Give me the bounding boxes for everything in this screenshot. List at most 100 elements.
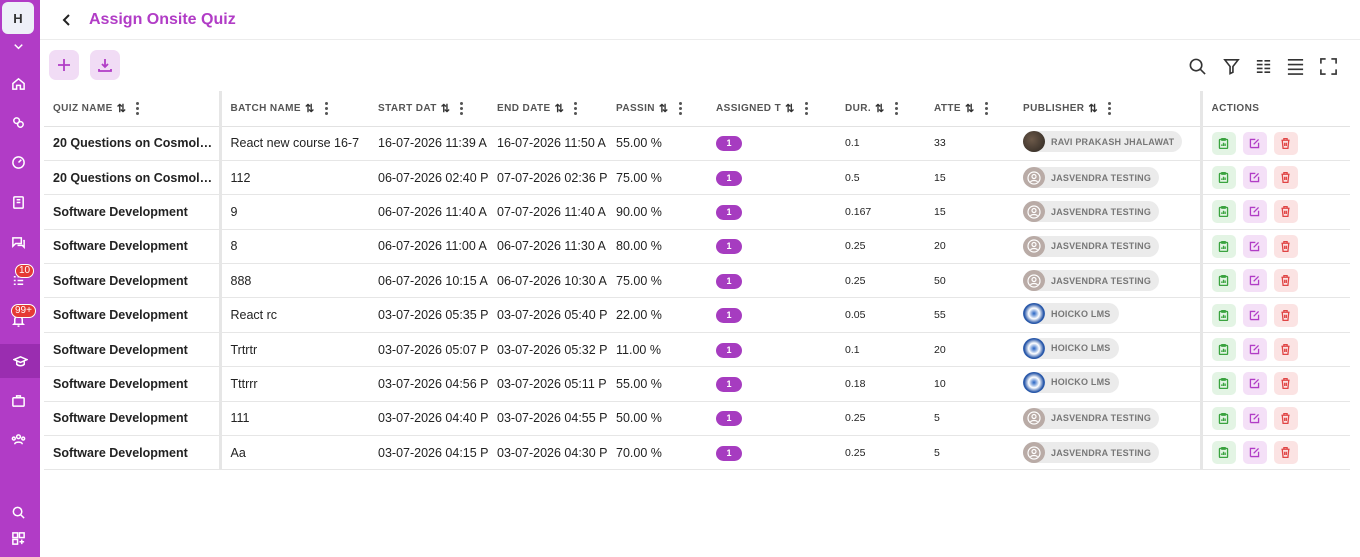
assigned-count-badge[interactable]: 1 [716, 170, 742, 186]
sort-icon[interactable]: ⇅ [875, 102, 885, 115]
delete-button[interactable] [1273, 372, 1298, 396]
assigned-count-badge[interactable]: 1 [716, 411, 742, 427]
assigned-count-badge[interactable]: 1 [716, 273, 742, 289]
assigned-count-badge[interactable]: 1 [716, 308, 742, 324]
back-button[interactable] [58, 11, 76, 29]
column-menu-icon[interactable] [894, 101, 899, 115]
column-header-attempts[interactable]: ATTE ⇅ [925, 91, 1014, 127]
edit-button[interactable] [1242, 303, 1267, 327]
table-row[interactable]: Software Development 8 06-07-2026 11:00 A0… [44, 229, 1350, 265]
report-button[interactable] [1211, 131, 1236, 155]
edit-button[interactable] [1242, 338, 1267, 362]
assigned-count-badge[interactable]: 1 [716, 376, 742, 392]
edit-button[interactable] [1242, 269, 1267, 293]
report-button[interactable] [1211, 338, 1236, 362]
publisher-name: JASVENDRA TESTING [1051, 206, 1152, 217]
density-icon[interactable] [1284, 55, 1306, 77]
apps-icon[interactable] [8, 528, 28, 548]
edit-button[interactable] [1242, 166, 1267, 190]
column-header-end-date[interactable]: END DATE ⇅ [488, 91, 607, 127]
column-header-actions[interactable]: ACTIONS [1199, 91, 1350, 127]
column-menu-icon[interactable] [324, 101, 329, 115]
delete-button[interactable] [1273, 131, 1298, 155]
book-icon[interactable] [8, 192, 28, 212]
delete-button[interactable] [1273, 200, 1298, 224]
puzzle-icon[interactable] [8, 112, 28, 132]
sort-icon[interactable]: ⇅ [305, 102, 315, 115]
column-header-quiz-name[interactable]: QUIZ NAME ⇅ [44, 91, 222, 127]
assigned-count-badge[interactable]: 1 [716, 239, 742, 255]
edit-icon [1249, 379, 1260, 389]
report-button[interactable] [1211, 406, 1236, 430]
fullscreen-icon[interactable] [1317, 55, 1339, 77]
report-button[interactable] [1211, 234, 1236, 258]
edit-button[interactable] [1242, 200, 1267, 224]
sort-icon[interactable]: ⇅ [1088, 102, 1098, 115]
column-menu-icon[interactable] [1108, 101, 1112, 115]
edit-button[interactable] [1242, 234, 1267, 258]
edit-button[interactable] [1242, 372, 1267, 396]
table-row[interactable]: Software Development 888 06-07-2026 10:15 … [44, 263, 1350, 299]
search-icon[interactable] [1186, 55, 1208, 77]
table-row[interactable]: Software Development Tttrrr 03-07-2026 04:… [44, 366, 1350, 402]
home-icon[interactable] [8, 73, 28, 93]
sort-icon[interactable]: ⇅ [555, 102, 565, 115]
edit-button[interactable] [1242, 406, 1267, 430]
assigned-count-badge[interactable]: 1 [716, 342, 742, 358]
delete-button[interactable] [1273, 269, 1298, 293]
speedometer-icon[interactable] [8, 152, 28, 172]
table-row[interactable]: Software Development 111 03-07-2026 04:40 … [44, 401, 1350, 437]
column-menu-icon[interactable] [136, 101, 140, 115]
delete-button[interactable] [1273, 166, 1298, 190]
column-header-assigned-to[interactable]: ASSIGNED T ⇅ [707, 91, 836, 127]
filter-icon[interactable] [1220, 55, 1242, 77]
column-header-publisher[interactable]: PUBLISHER ⇅ [1014, 91, 1201, 127]
table-row[interactable]: Software Development React rc 03-07-2026 0… [44, 297, 1350, 333]
users-icon[interactable] [8, 429, 28, 449]
delete-button[interactable] [1273, 338, 1298, 362]
chat-icon[interactable] [8, 232, 28, 252]
table-row[interactable]: Software Development 9 06-07-2026 11:40 A0… [44, 194, 1350, 230]
delete-button[interactable] [1273, 406, 1298, 430]
column-header-batch-name[interactable]: BATCH NAME ⇅ [220, 91, 369, 127]
table-row[interactable]: Software Development Aa 03-07-2026 04:15 P… [44, 435, 1350, 471]
add-button[interactable] [49, 50, 79, 80]
column-menu-icon[interactable] [984, 101, 989, 115]
table-row[interactable]: 20 Questions on Cosmology React new cours… [44, 126, 1350, 161]
report-button[interactable] [1211, 303, 1236, 327]
assigned-count-badge[interactable]: 1 [716, 204, 742, 220]
delete-button[interactable] [1273, 441, 1298, 465]
table-row[interactable]: Software Development Trtrtr 03-07-2026 05:… [44, 332, 1350, 368]
report-button[interactable] [1211, 166, 1236, 190]
column-header-passing[interactable]: PASSIN ⇅ [607, 91, 707, 127]
assigned-count-badge[interactable]: 1 [716, 136, 742, 152]
chevron-down-icon[interactable] [8, 38, 28, 54]
download-button[interactable] [90, 50, 120, 80]
column-header-start-date[interactable]: START DAT ⇅ [369, 91, 488, 127]
column-menu-icon[interactable] [460, 101, 464, 115]
briefcase-icon[interactable] [8, 390, 28, 410]
sort-icon[interactable]: ⇅ [659, 102, 669, 115]
app-logo[interactable]: H [2, 2, 34, 34]
report-button[interactable] [1211, 441, 1236, 465]
sort-icon[interactable]: ⇅ [965, 102, 975, 115]
delete-button[interactable] [1273, 234, 1298, 258]
delete-button[interactable] [1273, 303, 1298, 327]
sort-icon[interactable]: ⇅ [785, 102, 795, 115]
edit-button[interactable] [1242, 441, 1267, 465]
report-button[interactable] [1211, 200, 1236, 224]
report-button[interactable] [1211, 269, 1236, 293]
edit-button[interactable] [1242, 131, 1267, 155]
column-menu-icon[interactable] [804, 101, 809, 115]
sort-icon[interactable]: ⇅ [117, 102, 127, 115]
graduation-cap-icon[interactable] [0, 344, 40, 378]
search-icon[interactable] [8, 502, 28, 522]
column-header-duration[interactable]: DUR. ⇅ [836, 91, 925, 127]
table-row[interactable]: 20 Questions on Cosmology 112 06-07-2026 0… [44, 160, 1350, 196]
columns-icon[interactable] [1252, 55, 1274, 77]
column-menu-icon[interactable] [678, 101, 683, 115]
report-button[interactable] [1211, 372, 1236, 396]
column-menu-icon[interactable] [574, 101, 578, 115]
sort-icon[interactable]: ⇅ [441, 102, 451, 115]
assigned-count-badge[interactable]: 1 [716, 445, 742, 461]
